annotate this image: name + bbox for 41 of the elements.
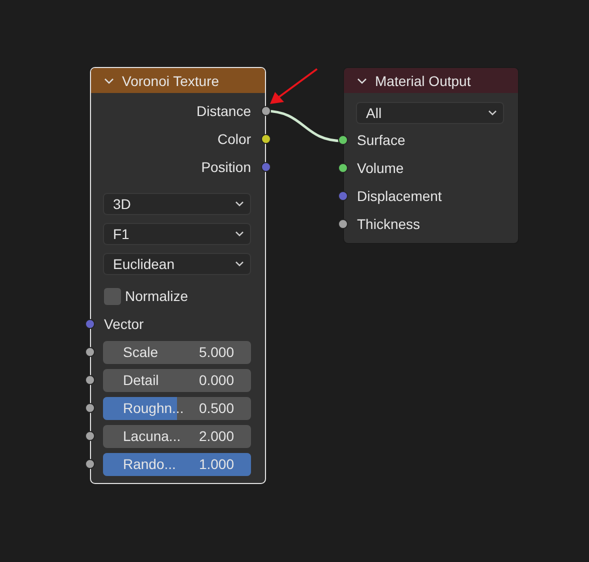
socket-label: Surface — [357, 132, 406, 148]
input-socket[interactable] — [338, 219, 348, 229]
annotation-arrow — [270, 68, 318, 104]
socket-label: Vector — [104, 316, 144, 332]
input-socket[interactable] — [338, 135, 348, 145]
node-title: Voronoi Texture — [122, 72, 220, 88]
checkbox-label: Normalize — [125, 288, 188, 304]
dropdown[interactable]: All — [356, 102, 504, 124]
slider-field[interactable]: Rando... 1.000 — [103, 452, 251, 476]
node-header[interactable]: Material Output — [344, 68, 518, 93]
checkbox[interactable] — [104, 288, 121, 304]
input-socket[interactable] — [85, 347, 95, 357]
dropdown[interactable]: F1 — [103, 223, 251, 245]
socket-label: Color — [218, 131, 251, 147]
input-socket[interactable] — [85, 319, 95, 329]
socket-label: Distance — [196, 103, 251, 119]
node-title: Material Output — [375, 72, 471, 88]
socket-label: Thickness — [357, 216, 420, 232]
input-socket[interactable] — [85, 459, 95, 469]
dropdown[interactable]: 3D — [103, 193, 251, 215]
chevron-icon — [235, 261, 244, 267]
chevron-icon — [488, 110, 497, 116]
input-socket[interactable] — [338, 191, 348, 201]
number-field[interactable]: Scale 5.000 — [103, 340, 251, 364]
input-socket[interactable] — [338, 163, 348, 173]
dropdown[interactable]: Euclidean — [103, 253, 251, 275]
socket-label: Displacement — [357, 188, 442, 204]
node-header[interactable]: Voronoi Texture — [91, 68, 265, 93]
socket-label: Position — [201, 159, 251, 175]
chevron-icon[interactable] — [357, 78, 367, 84]
input-socket[interactable] — [85, 403, 95, 413]
number-field[interactable]: Lacuna... 2.000 — [103, 424, 251, 448]
number-field[interactable]: Detail 0.000 — [103, 368, 251, 392]
chevron-icon — [235, 231, 244, 237]
chevron-icon — [235, 201, 244, 207]
input-socket[interactable] — [85, 431, 95, 441]
chevron-icon[interactable] — [104, 78, 114, 84]
output-socket[interactable] — [261, 134, 271, 144]
input-socket[interactable] — [85, 375, 95, 385]
socket-label: Volume — [357, 160, 404, 176]
output-socket[interactable] — [261, 106, 271, 116]
